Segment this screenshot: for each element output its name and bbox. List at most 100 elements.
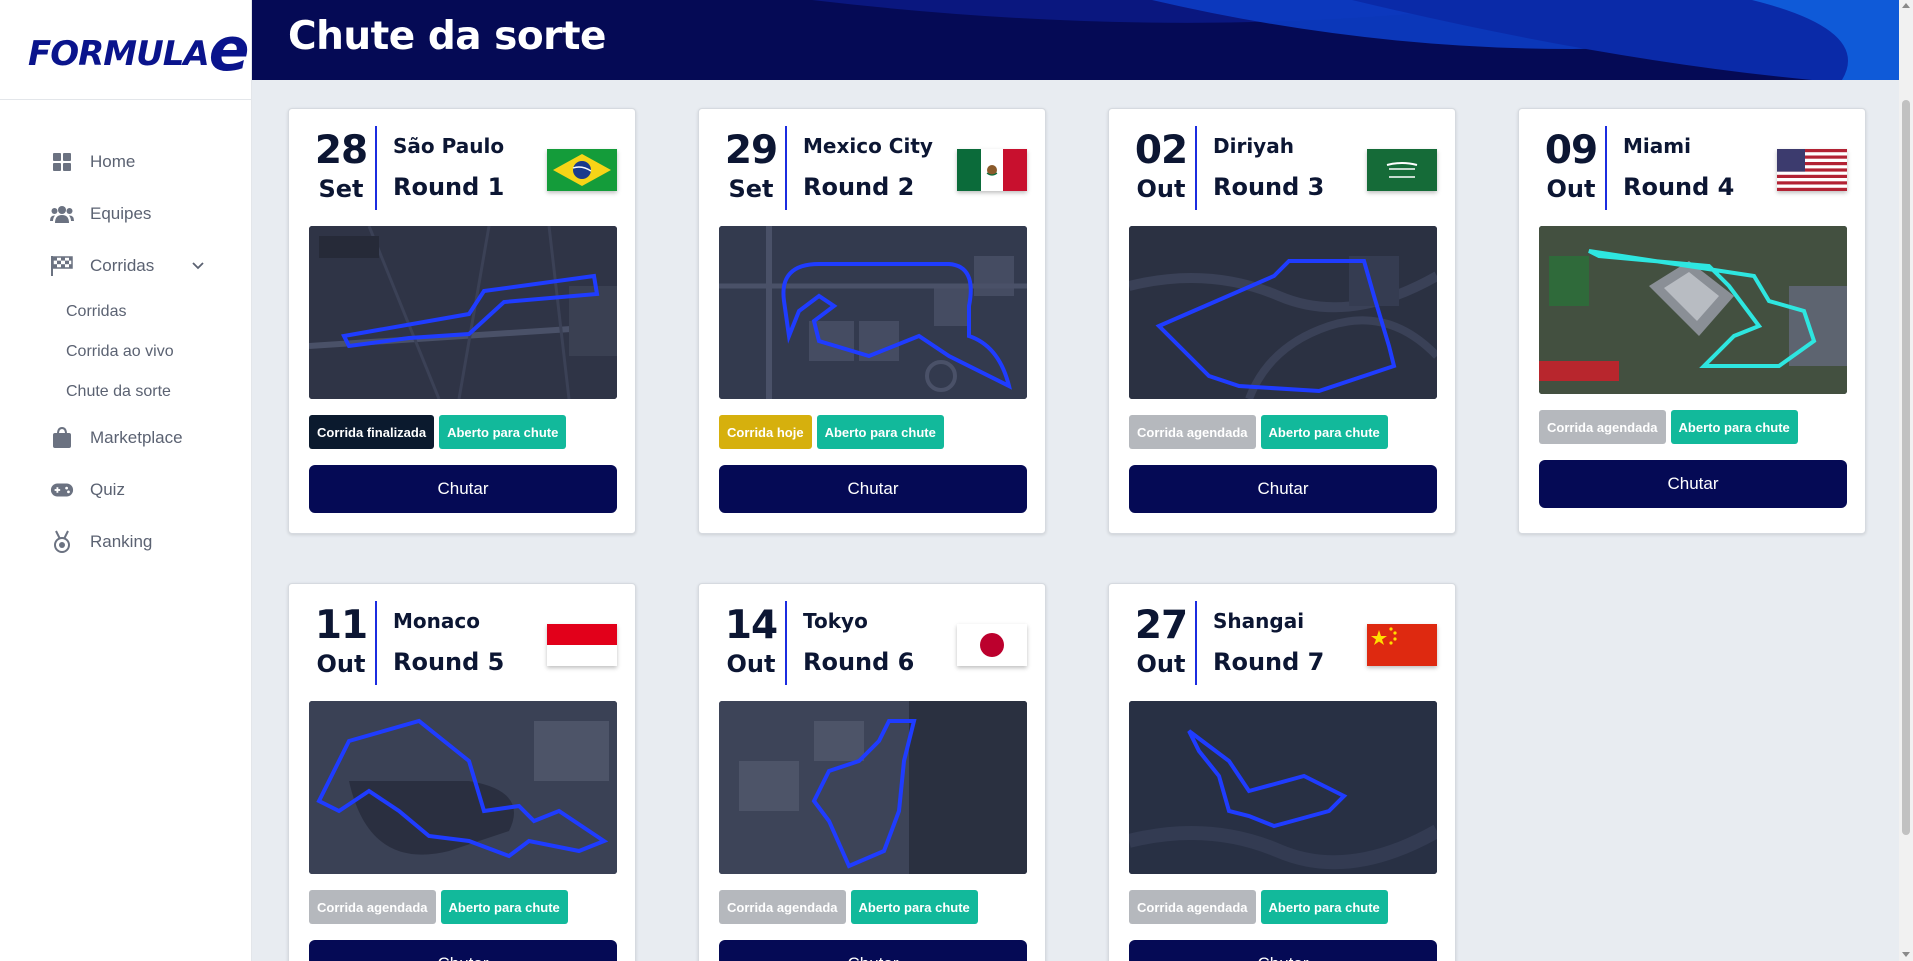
race-city: Tokyo <box>803 609 868 633</box>
race-month: Out <box>1136 175 1186 203</box>
open-badge: Aberto para chute <box>1260 415 1388 449</box>
race-round: Round 3 <box>1213 173 1325 201</box>
page-title: Chute da sorte <box>288 14 606 59</box>
monaco-flag-icon <box>547 624 617 666</box>
race-date: 09 Out <box>1539 129 1603 205</box>
race-month: Out <box>1136 650 1186 678</box>
track-map-image[interactable] <box>1539 226 1847 394</box>
race-card: 11 Out Monaco Round 5 Corrida agendada A… <box>288 583 636 961</box>
race-card: 29 Set Mexico City Round 2 Corrida hoje … <box>698 108 1046 534</box>
sidebar-subitem-corridas[interactable]: Corridas <box>0 292 251 332</box>
divider <box>785 601 787 685</box>
open-badge: Aberto para chute <box>816 415 944 449</box>
sidebar-item-label: Ranking <box>90 532 153 551</box>
race-day: 02 <box>1134 128 1188 173</box>
track-map-image[interactable] <box>309 701 617 874</box>
open-badge: Aberto para chute <box>1260 890 1388 924</box>
race-date: 14 Out <box>719 604 783 680</box>
open-badge: Aberto para chute <box>440 890 568 924</box>
chutar-button[interactable]: Chutar <box>719 465 1027 513</box>
divider <box>375 601 377 685</box>
race-card: 02 Out Diriyah Round 3 Corrida agendada … <box>1108 108 1456 534</box>
open-badge: Aberto para chute <box>850 890 978 924</box>
race-round: Round 4 <box>1623 173 1735 201</box>
track-map-image[interactable] <box>1129 226 1437 399</box>
sidebar-item-quiz[interactable]: Quiz <box>0 464 251 516</box>
race-city: Miami <box>1623 134 1691 158</box>
race-date: 29 Set <box>719 129 783 205</box>
page-scrollbar[interactable] <box>1899 0 1913 961</box>
track-map-image[interactable] <box>719 701 1027 874</box>
race-day: 29 <box>724 128 778 173</box>
grid-icon <box>50 150 74 174</box>
sidebar-item-label: Home <box>90 152 136 171</box>
track-map-image[interactable] <box>719 226 1027 399</box>
race-month: Out <box>726 650 776 678</box>
sidebar-item-label: Quiz <box>90 480 125 499</box>
chutar-button[interactable]: Chutar <box>309 465 617 513</box>
sidebar-item-marketplace[interactable]: Marketplace <box>0 412 251 464</box>
divider <box>375 126 377 210</box>
race-date: 02 Out <box>1129 129 1193 205</box>
logo-text: FORMULA <box>28 34 210 74</box>
usa-flag-icon <box>1777 149 1847 191</box>
race-date: 27 Out <box>1129 604 1193 680</box>
scroll-up-arrow-icon[interactable] <box>1902 3 1910 8</box>
race-city: Shangai <box>1213 609 1305 633</box>
race-month: Out <box>1546 175 1596 203</box>
chutar-button[interactable]: Chutar <box>1129 940 1437 961</box>
race-round: Round 6 <box>803 648 915 676</box>
track-map-image[interactable] <box>1129 701 1437 874</box>
race-date: 11 Out <box>309 604 373 680</box>
open-badge: Aberto para chute <box>439 415 567 449</box>
divider <box>1605 126 1607 210</box>
sidebar-subitem-chute-da-sorte[interactable]: Chute da sorte <box>0 372 251 412</box>
track-map-image[interactable] <box>309 226 617 399</box>
chutar-button[interactable]: Chutar <box>1539 460 1847 508</box>
race-card: 27 Out Shangai Round 7 Corrida agendada … <box>1108 583 1456 961</box>
sidebar-subitem-corrida-ao-vivo[interactable]: Corrida ao vivo <box>0 332 251 372</box>
chevron-down-icon[interactable] <box>192 262 204 270</box>
sidebar-item-corridas[interactable]: Corridas <box>0 240 251 292</box>
sidebar-nav: Home Equipes Corridas Corridas Corrida a… <box>0 100 251 568</box>
shopping-bag-icon <box>50 426 74 450</box>
users-icon <box>50 202 74 226</box>
sidebar-item-ranking[interactable]: Ranking <box>0 516 251 568</box>
race-city: Mexico City <box>803 134 933 158</box>
sidebar-item-equipes[interactable]: Equipes <box>0 188 251 240</box>
divider <box>1195 126 1197 210</box>
race-day: 11 <box>314 603 368 648</box>
sidebar-item-label: Corridas <box>90 256 155 275</box>
race-round: Round 7 <box>1213 648 1325 676</box>
logo-e: e <box>208 15 250 85</box>
sidebar: FORMULAe Home Equipes Corridas Corridas … <box>0 0 252 961</box>
mexico-flag-icon <box>957 149 1027 191</box>
scroll-down-arrow-icon[interactable] <box>1902 952 1910 957</box>
japan-flag-icon <box>957 624 1027 666</box>
race-day: 28 <box>314 128 368 173</box>
race-day: 27 <box>1134 603 1188 648</box>
sidebar-item-home[interactable]: Home <box>0 136 251 188</box>
race-day: 14 <box>724 603 778 648</box>
chutar-button[interactable]: Chutar <box>309 940 617 961</box>
race-city: Diriyah <box>1213 134 1294 158</box>
divider <box>1195 601 1197 685</box>
chutar-button[interactable]: Chutar <box>1129 465 1437 513</box>
checkered-flag-icon <box>50 254 74 278</box>
sidebar-item-label: Marketplace <box>90 428 183 447</box>
medal-icon <box>50 530 74 554</box>
race-month: Set <box>318 175 364 203</box>
sidebar-item-label: Equipes <box>90 204 152 223</box>
scrollbar-thumb[interactable] <box>1902 100 1910 835</box>
status-badge: Corrida agendada <box>1539 410 1666 444</box>
race-date: 28 Set <box>309 129 373 205</box>
status-badge: Corrida hoje <box>719 415 812 449</box>
formula-e-logo[interactable]: FORMULAe <box>0 0 251 100</box>
race-city: São Paulo <box>393 134 505 158</box>
page-header: Chute da sorte <box>252 0 1899 80</box>
race-round: Round 2 <box>803 173 915 201</box>
status-badge: Corrida agendada <box>719 890 846 924</box>
chutar-button[interactable]: Chutar <box>719 940 1027 961</box>
china-flag-icon <box>1367 624 1437 666</box>
saudi-arabia-flag-icon <box>1367 149 1437 191</box>
